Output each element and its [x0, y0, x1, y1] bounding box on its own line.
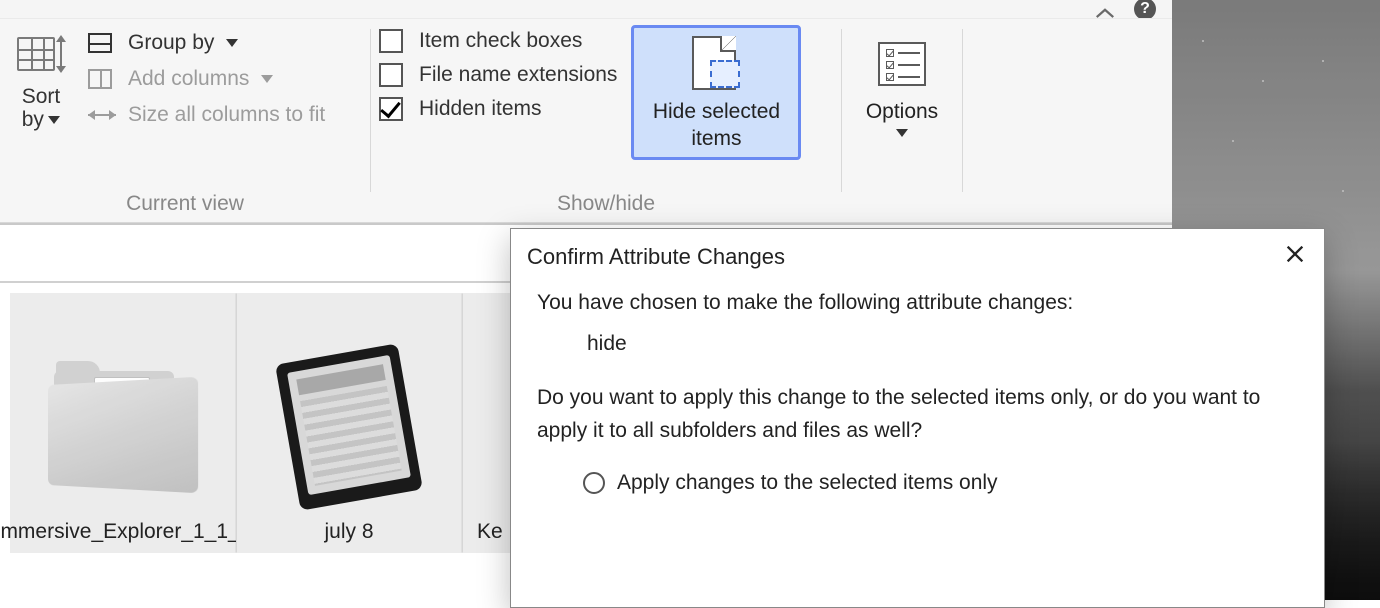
options-icon [870, 36, 934, 92]
ribbon-view-tab: Sort by Group by Add columns [0, 18, 1172, 223]
chevron-down-icon [226, 39, 238, 47]
dialog-text-question: Do you want to apply this change to the … [537, 382, 1298, 447]
radio-icon [583, 472, 605, 494]
group-icon [88, 31, 116, 55]
sort-by-label-1: Sort [22, 85, 61, 108]
file-tile[interactable]: july 8 [236, 293, 462, 553]
hide-selected-items-button[interactable]: Hide selected items [631, 25, 801, 160]
ribbon-group-label-current-view: Current view [8, 188, 362, 222]
hide-items-icon [684, 36, 748, 92]
file-name: Ke [471, 519, 509, 544]
fit-width-icon [88, 103, 116, 127]
ribbon-group-label-show-hide: Show/hide [379, 188, 833, 222]
size-columns-label: Size all columns to fit [128, 103, 325, 127]
file-name-extensions-toggle[interactable]: File name extensions [379, 63, 617, 87]
checkbox-icon [379, 29, 403, 53]
item-checkboxes-label: Item check boxes [419, 29, 582, 53]
options-button[interactable]: Options [857, 25, 947, 144]
radio-label: Apply changes to the selected items only [617, 467, 998, 500]
close-button[interactable] [1284, 243, 1306, 271]
file-ext-label: File name extensions [419, 63, 617, 87]
confirm-attribute-changes-dialog: Confirm Attribute Changes You have chose… [510, 228, 1325, 608]
file-name: Immersive_Explorer_1_1_3 [0, 519, 257, 544]
checkbox-checked-icon [379, 97, 403, 121]
help-icon[interactable]: ? [1134, 0, 1156, 20]
size-columns-fit-button: Size all columns to fit [82, 101, 331, 129]
chevron-down-icon [896, 129, 908, 137]
options-label: Options [866, 98, 938, 125]
dialog-title: Confirm Attribute Changes [527, 244, 785, 270]
add-columns-button: Add columns [82, 65, 331, 93]
item-checkboxes-toggle[interactable]: Item check boxes [379, 29, 617, 53]
hidden-items-label: Hidden items [419, 97, 542, 121]
chevron-down-icon [48, 116, 60, 124]
file-tile[interactable]: Immersive_Explorer_1_1_3 [10, 293, 236, 553]
collapse-ribbon-icon[interactable] [1094, 2, 1116, 16]
columns-icon [88, 67, 116, 91]
sort-by-label-2: by [22, 108, 44, 131]
hide-selected-label-1: Hide selected [653, 98, 780, 125]
dialog-attribute-value: hide [537, 320, 1298, 383]
hide-selected-label-2: items [653, 125, 780, 152]
folder-icon [48, 355, 198, 505]
thumbnail-icon [269, 345, 429, 505]
group-by-label: Group by [128, 31, 214, 55]
group-by-button[interactable]: Group by [82, 29, 331, 57]
file-name: july 8 [318, 519, 379, 544]
window-titlebar-controls: ? [0, 0, 1172, 18]
sort-icon [17, 31, 65, 79]
dialog-text-intro: You have chosen to make the following at… [537, 287, 1298, 320]
hidden-items-toggle[interactable]: Hidden items [379, 97, 617, 121]
radio-selected-items-only[interactable]: Apply changes to the selected items only [537, 461, 1298, 504]
sort-by-button[interactable]: Sort by [8, 25, 74, 131]
checkbox-icon [379, 63, 403, 87]
chevron-down-icon [261, 75, 273, 83]
add-columns-label: Add columns [128, 67, 249, 91]
